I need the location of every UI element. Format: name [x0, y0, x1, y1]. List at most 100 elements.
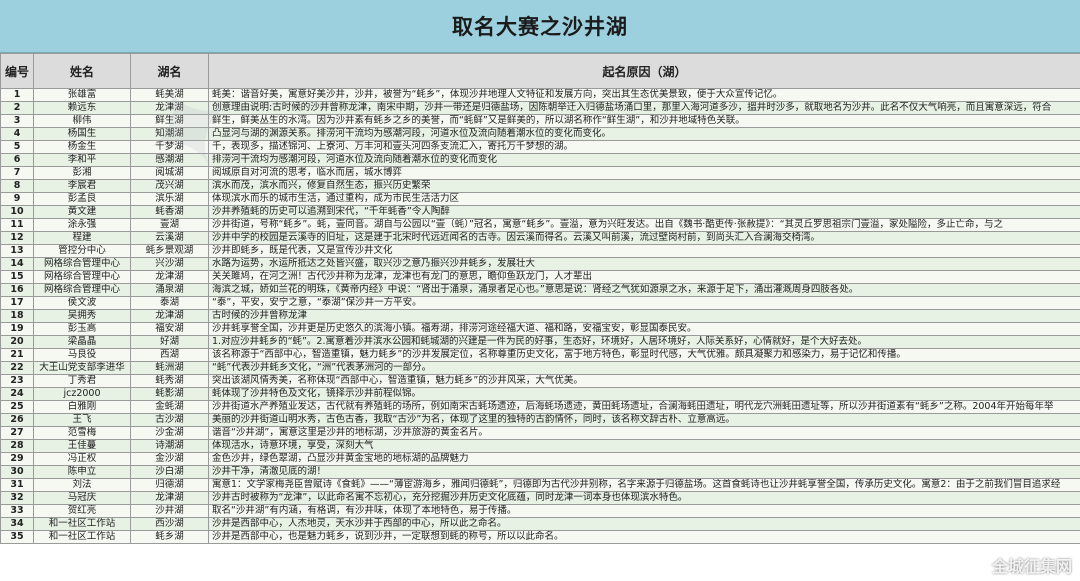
lake-name: 福安湖	[130, 322, 209, 336]
submitter-name: 大王山党支部李进华	[33, 361, 131, 375]
table-row: 24 jcz2000 蚝影湖 蚝体现了沙井特色及文化，镜择示沙井前程似锦。	[0, 387, 1080, 401]
naming-reason: 沙井蚝享誉全国，沙井更是历史悠久的滨海小镇。福寿湖，排涝河途经福大道、福和路，安…	[208, 322, 1080, 336]
table-row: 17 侯文波 泰湖 “泰”，平安，安宁之意，“泰湖”保沙井一方平安。	[0, 296, 1080, 310]
lake-name: 知潮湖	[130, 127, 209, 141]
submitter-name: 王佳蔓	[33, 439, 131, 453]
lake-name: 蚝秀湖	[130, 374, 209, 388]
row-number: 26	[0, 413, 34, 427]
table-row: 23 丁秀君 蚝秀湖 突出该湖风情秀美，名称体现“西部中心，智造重镇，魅力蚝乡”的沙井…	[0, 374, 1080, 388]
lake-name: 古沙湖	[130, 413, 209, 427]
lake-name: 西湖	[130, 348, 209, 362]
submitter-name: 和一社区工作站	[33, 530, 131, 544]
row-number: 27	[0, 426, 34, 440]
lake-name: 沙井湖	[130, 504, 209, 518]
submitter-name: 马良役	[33, 348, 131, 362]
row-number: 7	[0, 166, 34, 180]
row-number: 34	[0, 517, 34, 531]
table-row: 31 刘法 归德湖 寓意1：文学家梅尧臣曾赋诗《食蚝》——“薄宦游海乡，雅闻归德蚝”，…	[0, 478, 1080, 492]
row-number: 8	[0, 179, 34, 193]
row-number: 35	[0, 530, 34, 544]
page-title: 取名大赛之沙井湖	[452, 15, 628, 39]
table-row: 1 张雄富 蚝美湖 蚝美：谐音好美，寓意好美沙井，沙井，被誉为“蚝乡”，体现沙井地理人…	[0, 88, 1080, 102]
table-row: 13 管控分中心 蚝乡景观湖 沙井即蚝乡，既是代表，又是宣传沙井文化	[0, 244, 1080, 258]
table-row: 10 黄文建 蚝香湖 沙井养殖蚝的历史可以追溯到宋代，“千年蚝香”令人陶醉	[0, 205, 1080, 219]
row-number: 25	[0, 400, 34, 414]
submitter-name: 涂永强	[33, 218, 131, 232]
table-row: 15 网格综合管理中心 龙津湖 关关雎鸠，在河之洲！古代沙井称为龙津，龙津也有龙门的意…	[0, 270, 1080, 284]
naming-reason: 古时候的沙井曾称龙津	[208, 309, 1080, 323]
naming-reason: 海滨之城，娇如兰花的明珠，《黄帝内经》中说：“肾出于涌泉，涌泉者足心也。”意思是…	[208, 283, 1080, 297]
naming-reason: 1.对应沙井蚝乡的“蚝”。2.寓意着沙井滨水公园和蚝城湖的兴建是一件为民的好事，…	[208, 335, 1080, 349]
row-number: 11	[0, 218, 34, 232]
lake-name: 龙津湖	[130, 309, 209, 323]
lake-name: 沙白湖	[130, 465, 209, 479]
row-number: 5	[0, 140, 34, 154]
row-number: 15	[0, 270, 34, 284]
submitter-name: 吴拥秀	[33, 309, 131, 323]
lake-name: 金蚝湖	[130, 400, 209, 414]
title-bar: 取名大赛之沙井湖	[0, 0, 1080, 53]
lake-name: 龙津湖	[130, 101, 209, 115]
submitter-name: 柳伟	[33, 114, 131, 128]
submitter-name: 冯正权	[33, 452, 131, 466]
naming-table: 编号 姓名 湖名 起名原因（湖） 1 张雄富 蚝美湖 蚝美：谐音好美，寓意好美沙井，沙…	[0, 53, 1080, 544]
naming-reason: 沙井干净，清澈见底的湖！	[208, 465, 1080, 479]
row-number: 33	[0, 504, 34, 518]
submitter-name: 和一社区工作站	[33, 517, 131, 531]
submitter-name: 赖远东	[33, 101, 131, 115]
table-row: 34 和一社区工作站 西沙湖 沙井是西部中心，人杰地灵，天水沙井于西部的中心，所以此之…	[0, 517, 1080, 531]
row-number: 14	[0, 257, 34, 271]
row-number: 32	[0, 491, 34, 505]
table-row: 35 和一社区工作站 蚝乡湖 沙井是西部中心，也是魅力蚝乡，说到沙井，一定联想到蚝的称…	[0, 530, 1080, 544]
row-number: 6	[0, 153, 34, 167]
naming-reason: 谐音“沙井湖”，寓意这里是沙井的地标湖，沙井旅游的黄金名片。	[208, 426, 1080, 440]
row-number: 20	[0, 335, 34, 349]
lake-name: 蚝乡湖	[130, 530, 209, 544]
row-number: 31	[0, 478, 34, 492]
submitter-name: 程建	[33, 231, 131, 245]
row-number: 2	[0, 101, 34, 115]
table-header-row: 编号 姓名 湖名 起名原因（湖）	[0, 53, 1080, 89]
naming-reason: 阅城原自对河流的思考，临水而居，城水博弈	[208, 166, 1080, 180]
lake-name: 归德湖	[130, 478, 209, 492]
site-logo: 全城征集网	[991, 557, 1072, 576]
naming-reason: 该名称源于“西部中心，智造重镇，魅力蚝乡”的沙井发展定位，名称尊重历史文化，富于…	[208, 348, 1080, 362]
lake-name: 诗潮湖	[130, 439, 209, 453]
naming-reason: 沙井街道，号称“蚝乡”。蚝，壹同音。湖自与公园以“壹（蚝）”冠名，寓意“蚝乡”。…	[208, 218, 1080, 232]
table-row: 7 彭湘 阅城湖 阅城原自对河流的思考，临水而居，城水博弈	[0, 166, 1080, 180]
row-number: 21	[0, 348, 34, 362]
naming-reason: 沙井街道水产养殖业发达，古代就有养殖蚝的场所，例如南宋古蚝场遗迹，后海蚝场遗迹，…	[208, 400, 1080, 414]
table-row: 9 彭孟良 滨乐湖 体现滨水而乐的城市生活，通过重构，成为市民生活活力区	[0, 192, 1080, 206]
submitter-name: 侯文波	[33, 296, 131, 310]
row-number: 17	[0, 296, 34, 310]
naming-reason: 金色沙井，绿色翠湖，凸显沙井黄金宝地的地标湖的品牌魅力	[208, 452, 1080, 466]
submitter-name: 彭玉高	[33, 322, 131, 336]
table-row: 3 柳伟 鲜生湖 鲜生，鲜美丛生的水湾。因为沙井素有蚝乡之乡的美誉，而“蚝鲜”又是鲜美…	[0, 114, 1080, 128]
submitter-name: 杨国生	[33, 127, 131, 141]
naming-reason: 创意理由说明:古时候的沙井曾称龙津，南宋中期，沙井一带还是归德盐场，因陈朝举迁入…	[208, 101, 1080, 115]
table-row: 25 白雅刚 金蚝湖 沙井街道水产养殖业发达，古代就有养殖蚝的场所，例如南宋古蚝场遗迹…	[0, 400, 1080, 414]
row-number: 9	[0, 192, 34, 206]
table-row: 5 杨金生 千梦湖 千，表现多，描述锦河、上寮河、万丰河和壹头河四条支流汇入，寄托万千…	[0, 140, 1080, 154]
table-row: 14 网格综合管理中心 兴沙湖 水路为运势，水运所抵达之处皆兴盛，取兴沙之意乃振兴沙井…	[0, 257, 1080, 271]
submitter-name: 黄文建	[33, 205, 131, 219]
naming-reason: 沙井是西部中心，人杰地灵，天水沙井于西部的中心，所以此之命名。	[208, 517, 1080, 531]
row-number: 19	[0, 322, 34, 336]
table-row: 28 王佳蔓 诗潮湖 体现活水，诗意环境，享受，深刻大气	[0, 439, 1080, 453]
header-reason: 起名原因（湖）	[208, 53, 1080, 89]
naming-reason: 取名“沙井湖”有内涵，有格调，有沙井味，体现了本地特色，易于传播。	[208, 504, 1080, 518]
naming-reason: “蚝”代表沙井蚝乡文化，“洲”代表茅洲河的一部分。	[208, 361, 1080, 375]
lake-name: 好湖	[130, 335, 209, 349]
lake-name: 西沙湖	[130, 517, 209, 531]
naming-reason: 鲜生，鲜美丛生的水湾。因为沙井素有蚝乡之乡的美誉，而“蚝鲜”又是鲜美的，所以湖名…	[208, 114, 1080, 128]
row-number: 16	[0, 283, 34, 297]
naming-reason: “泰”，平安，安宁之意，“泰湖”保沙井一方平安。	[208, 296, 1080, 310]
submitter-name: 彭湘	[33, 166, 131, 180]
lake-name: 蚝乡景观湖	[130, 244, 209, 258]
submitter-name: 刘法	[33, 478, 131, 492]
row-number: 28	[0, 439, 34, 453]
row-number: 10	[0, 205, 34, 219]
table-body: 1 张雄富 蚝美湖 蚝美：谐音好美，寓意好美沙井，沙井，被誉为“蚝乡”，体现沙井地理人…	[0, 88, 1080, 544]
submitter-name: 彭孟良	[33, 192, 131, 206]
lake-name: 蚝美湖	[130, 88, 209, 102]
